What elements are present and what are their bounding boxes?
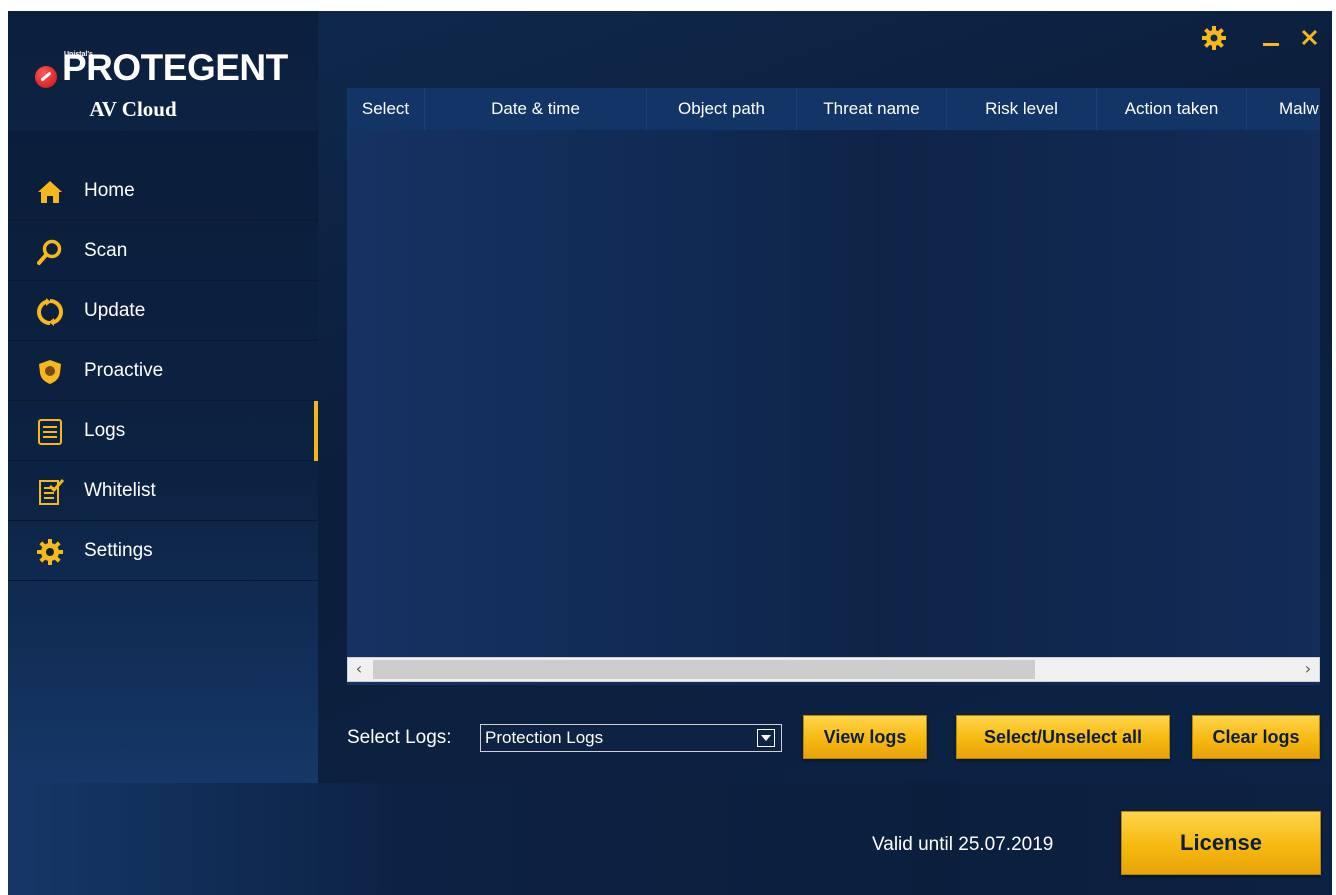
refresh-icon xyxy=(37,298,63,326)
sidebar-item-label: Scan xyxy=(84,239,128,261)
log-type-dropdown[interactable]: Protection Logs xyxy=(480,724,782,752)
logs-table: Select Date & time Object path Threat na… xyxy=(347,88,1320,685)
column-header-select[interactable]: Select xyxy=(347,88,425,130)
gear-icon[interactable] xyxy=(1201,25,1227,51)
log-type-value: Protection Logs xyxy=(485,728,604,747)
column-header-action-taken[interactable]: Action taken xyxy=(1097,88,1247,130)
brand-name: PROTEGENT xyxy=(62,47,288,88)
chevron-down-icon[interactable] xyxy=(757,729,775,747)
table-header: Select Date & time Object path Threat na… xyxy=(347,88,1320,130)
sidebar-item-label: Update xyxy=(84,299,146,321)
minimize-icon[interactable] xyxy=(1259,25,1285,51)
sidebar-item-logs[interactable]: Logs xyxy=(8,401,318,461)
select-unselect-all-button[interactable]: Select/Unselect all xyxy=(956,715,1170,759)
sidebar-item-home[interactable]: Home xyxy=(8,161,318,221)
sidebar-item-label: Proactive xyxy=(84,359,164,381)
sidebar-item-label: Logs xyxy=(84,419,126,441)
list-icon xyxy=(38,419,62,445)
sidebar-item-whitelist[interactable]: Whitelist xyxy=(8,461,318,521)
column-header-threat-name[interactable]: Threat name xyxy=(797,88,947,130)
view-logs-button[interactable]: View logs xyxy=(803,715,927,759)
brand-mark-icon xyxy=(35,66,57,88)
checklist-icon xyxy=(39,478,64,505)
scroll-left-arrow[interactable]: ‹ xyxy=(348,658,370,681)
column-header-object-path[interactable]: Object path xyxy=(647,88,797,130)
horizontal-scrollbar[interactable]: ‹ › xyxy=(347,657,1320,682)
sidebar-item-proactive[interactable]: Proactive xyxy=(8,341,318,401)
clear-logs-button[interactable]: Clear logs xyxy=(1192,715,1320,759)
sidebar-item-label: Home xyxy=(84,179,135,201)
column-header-risk-level[interactable]: Risk level xyxy=(947,88,1097,130)
sidebar-item-scan[interactable]: Scan xyxy=(8,221,318,281)
column-header-malware[interactable]: Malw xyxy=(1247,88,1320,130)
magnifier-icon xyxy=(37,239,62,265)
scroll-right-arrow[interactable]: › xyxy=(1297,658,1319,681)
sidebar: Unistal's PROTEGENT AV Cloud Home Scan U… xyxy=(8,11,318,783)
sidebar-item-label: Settings xyxy=(84,539,153,561)
shield-icon xyxy=(39,360,61,384)
product-name: AV Cloud xyxy=(89,97,177,121)
sidebar-item-label: Whitelist xyxy=(84,479,156,501)
logo: Unistal's PROTEGENT AV Cloud xyxy=(8,11,318,131)
gear-icon xyxy=(37,539,63,565)
license-button[interactable]: License xyxy=(1121,811,1321,875)
scrollbar-thumb[interactable] xyxy=(373,660,1035,679)
sidebar-nav: Home Scan Update Proactive Logs Whitelis… xyxy=(8,161,318,581)
license-validity: Valid until 25.07.2019 xyxy=(872,834,1054,855)
select-logs-label: Select Logs: xyxy=(347,727,452,748)
sidebar-item-settings[interactable]: Settings xyxy=(8,521,318,581)
home-icon xyxy=(38,181,62,203)
close-icon[interactable] xyxy=(1297,25,1323,51)
column-header-date-time[interactable]: Date & time xyxy=(425,88,647,130)
sidebar-item-update[interactable]: Update xyxy=(8,281,318,341)
app-window: Unistal's PROTEGENT AV Cloud Home Scan U… xyxy=(8,11,1332,895)
